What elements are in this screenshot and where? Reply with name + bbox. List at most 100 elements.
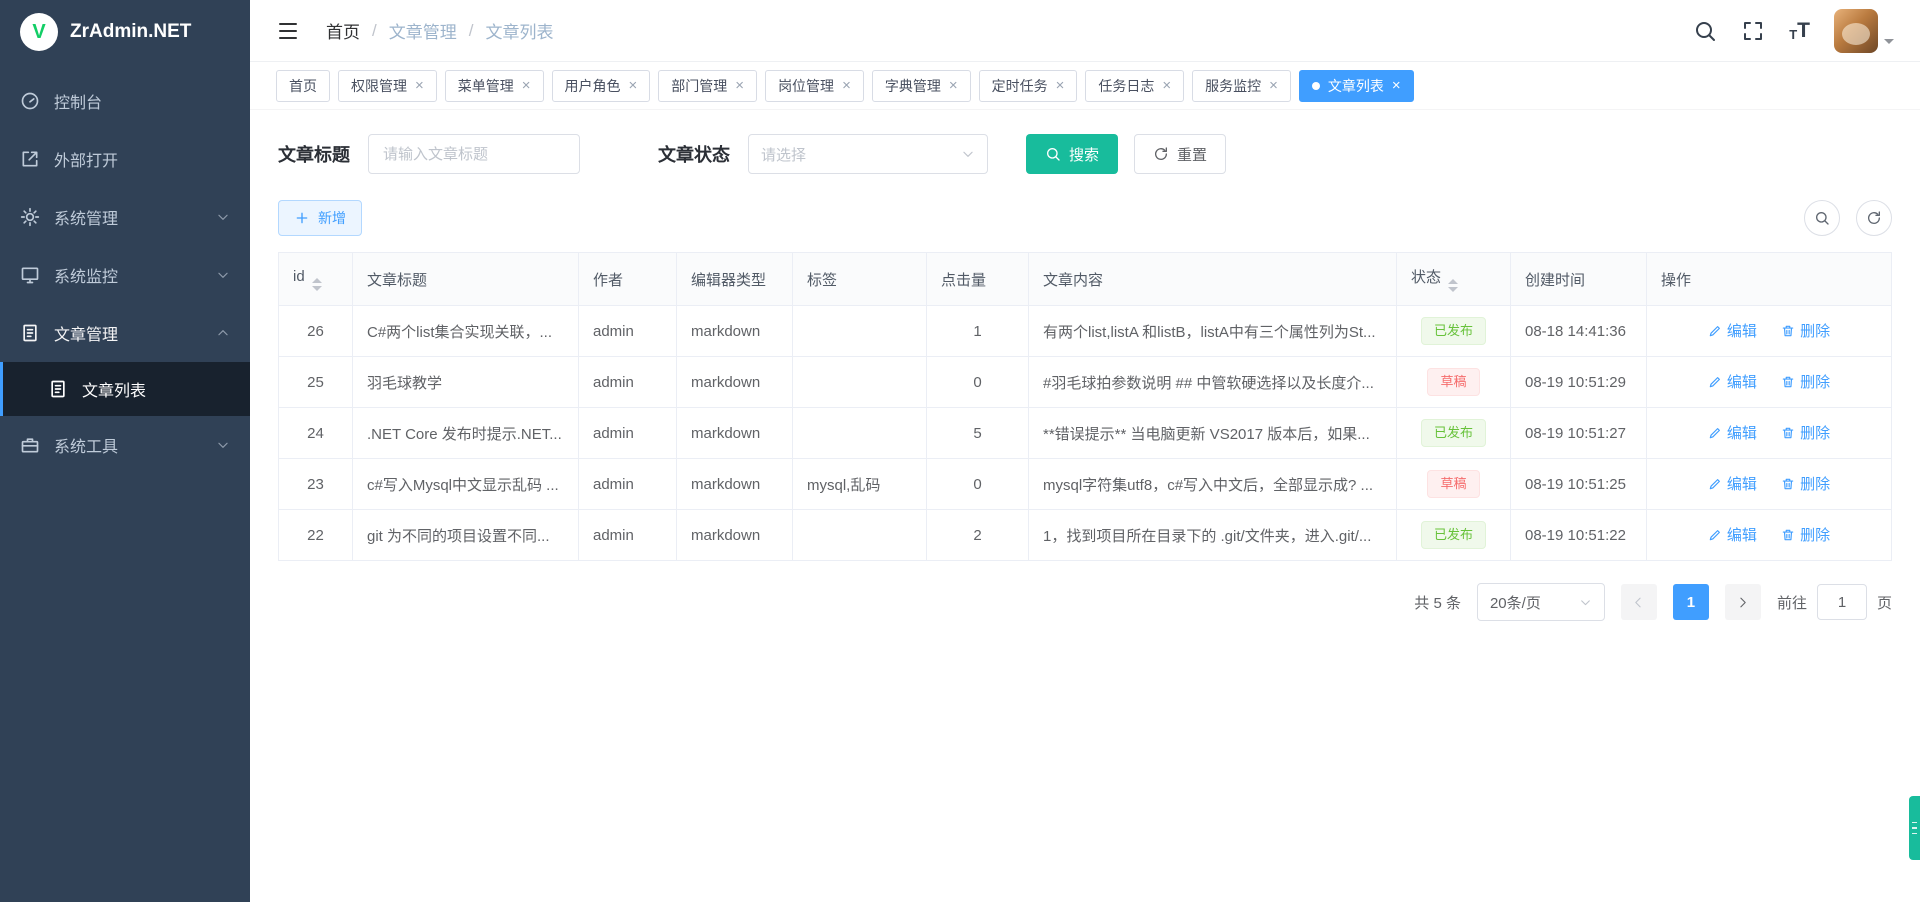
close-icon[interactable]: × <box>842 78 851 93</box>
close-icon[interactable]: × <box>1269 78 1278 93</box>
close-icon[interactable]: × <box>1162 78 1171 93</box>
navbar: 首页 / 文章管理 / 文章列表 TT <box>250 0 1920 62</box>
resize-handle[interactable] <box>1909 796 1920 860</box>
close-icon[interactable]: × <box>415 78 424 93</box>
cell-clicks: 0 <box>927 357 1029 408</box>
avatar[interactable] <box>1834 9 1878 53</box>
column-header-created: 创建时间 <box>1511 253 1647 306</box>
table-row: 25 羽毛球教学 admin markdown 0 #羽毛球拍参数说明 ## 中… <box>279 357 1892 408</box>
tab-task-log[interactable]: 任务日志× <box>1085 70 1184 102</box>
cell-content: mysql字符集utf8，c#写入中文后，全部显示成? ... <box>1029 459 1397 510</box>
sidebar-item-external-open[interactable]: 外部打开 <box>0 130 250 188</box>
gear-icon <box>20 207 40 227</box>
document-icon <box>20 323 40 343</box>
cell-content: #羽毛球拍参数说明 ## 中管软硬选择以及长度介... <box>1029 357 1397 408</box>
cell-status: 已发布 <box>1397 408 1511 459</box>
close-icon[interactable]: × <box>629 78 638 93</box>
goto-page-input[interactable] <box>1817 584 1867 620</box>
article-title-input[interactable] <box>368 134 580 174</box>
sidebar-item-system-tools[interactable]: 系统工具 <box>0 416 250 474</box>
cell-tag <box>793 510 927 561</box>
user-menu[interactable] <box>1834 9 1894 53</box>
search-icon[interactable] <box>1693 19 1717 43</box>
tab-article-list[interactable]: 文章列表× <box>1299 70 1414 102</box>
reset-button[interactable]: 重置 <box>1134 134 1226 174</box>
add-button[interactable]: 新增 <box>278 200 362 236</box>
delete-button[interactable]: 删除 <box>1781 371 1830 392</box>
app-logo[interactable]: V ZrAdmin.NET <box>0 0 250 64</box>
article-status-select[interactable]: 请选择 <box>748 134 988 174</box>
edit-button[interactable]: 编辑 <box>1708 524 1757 545</box>
close-icon[interactable]: × <box>949 78 958 93</box>
chevron-down-icon <box>1579 596 1592 609</box>
arrow-right-icon <box>1736 596 1749 609</box>
toggle-search-button[interactable] <box>1804 200 1840 236</box>
tab-user-role[interactable]: 用户角色× <box>552 70 651 102</box>
sidebar-item-label: 系统工具 <box>54 433 118 457</box>
sidebar-item-article-list[interactable]: 文章列表 <box>0 362 250 416</box>
next-page-button[interactable] <box>1725 584 1761 620</box>
refresh-table-button[interactable] <box>1856 200 1892 236</box>
chevron-down-icon <box>216 210 230 224</box>
cell-actions: 编辑 删除 <box>1647 306 1892 357</box>
sidebar-collapse-icon[interactable] <box>276 19 300 43</box>
breadcrumb-home[interactable]: 首页 <box>326 18 360 43</box>
edit-button[interactable]: 编辑 <box>1708 473 1757 494</box>
page-number-1[interactable]: 1 <box>1673 584 1709 620</box>
sort-icon[interactable] <box>1448 279 1458 292</box>
navbar-right: TT <box>1693 9 1894 53</box>
delete-button[interactable]: 删除 <box>1781 473 1830 494</box>
cell-status: 草稿 <box>1397 459 1511 510</box>
column-header-status[interactable]: 状态 <box>1397 253 1511 306</box>
page-size-select[interactable]: 20条/页 <box>1477 583 1605 621</box>
trash-icon <box>1781 477 1795 491</box>
cell-status: 草稿 <box>1397 357 1511 408</box>
font-size-icon[interactable]: TT <box>1789 20 1810 41</box>
delete-button[interactable]: 删除 <box>1781 524 1830 545</box>
tab-menu-mgmt[interactable]: 菜单管理× <box>445 70 544 102</box>
sidebar-item-system-monitor[interactable]: 系统监控 <box>0 246 250 304</box>
tags-bar: 首页 权限管理× 菜单管理× 用户角色× 部门管理× 岗位管理× 字典管理× 定… <box>250 62 1920 110</box>
sidebar-item-article-mgmt[interactable]: 文章管理 <box>0 304 250 362</box>
tab-post-mgmt[interactable]: 岗位管理× <box>765 70 864 102</box>
column-header-id[interactable]: id <box>279 253 353 306</box>
cell-author: admin <box>579 306 677 357</box>
column-header-content: 文章内容 <box>1029 253 1397 306</box>
status-badge: 草稿 <box>1427 368 1479 396</box>
close-icon[interactable]: × <box>735 78 744 93</box>
logo-icon: V <box>20 13 58 51</box>
close-icon[interactable]: × <box>1392 78 1401 93</box>
cell-title: git 为不同的项目设置不同... <box>353 510 579 561</box>
tab-scheduled-task[interactable]: 定时任务× <box>979 70 1078 102</box>
edit-icon <box>1708 375 1722 389</box>
fullscreen-icon[interactable] <box>1741 19 1765 43</box>
edit-button[interactable]: 编辑 <box>1708 320 1757 341</box>
sort-icon[interactable] <box>312 278 322 291</box>
app-title: ZrAdmin.NET <box>70 21 191 43</box>
cell-editor: markdown <box>677 510 793 561</box>
search-button[interactable]: 搜索 <box>1026 134 1118 174</box>
sidebar-item-system-mgmt[interactable]: 系统管理 <box>0 188 250 246</box>
tab-dict-mgmt[interactable]: 字典管理× <box>872 70 971 102</box>
tab-service-monitor[interactable]: 服务监控× <box>1192 70 1291 102</box>
pagination-total: 共 5 条 <box>1414 592 1461 613</box>
breadcrumb-separator: / <box>372 21 377 41</box>
close-icon[interactable]: × <box>522 78 531 93</box>
edit-icon <box>1708 528 1722 542</box>
tab-home[interactable]: 首页 <box>276 70 330 102</box>
delete-button[interactable]: 删除 <box>1781 320 1830 341</box>
cell-created: 08-18 14:41:36 <box>1511 306 1647 357</box>
chevron-down-icon <box>216 268 230 282</box>
tab-permission-mgmt[interactable]: 权限管理× <box>338 70 437 102</box>
main-area: 首页 / 文章管理 / 文章列表 TT 首页 权限管理× <box>250 0 1920 902</box>
sidebar-item-dashboard[interactable]: 控制台 <box>0 72 250 130</box>
breadcrumb-article-list[interactable]: 文章列表 <box>485 18 553 43</box>
delete-button[interactable]: 删除 <box>1781 422 1830 443</box>
edit-button[interactable]: 编辑 <box>1708 371 1757 392</box>
close-icon[interactable]: × <box>1056 78 1065 93</box>
breadcrumb-article-mgmt[interactable]: 文章管理 <box>389 18 457 43</box>
prev-page-button[interactable] <box>1621 584 1657 620</box>
tab-dept-mgmt[interactable]: 部门管理× <box>658 70 757 102</box>
edit-button[interactable]: 编辑 <box>1708 422 1757 443</box>
cell-actions: 编辑 删除 <box>1647 459 1892 510</box>
